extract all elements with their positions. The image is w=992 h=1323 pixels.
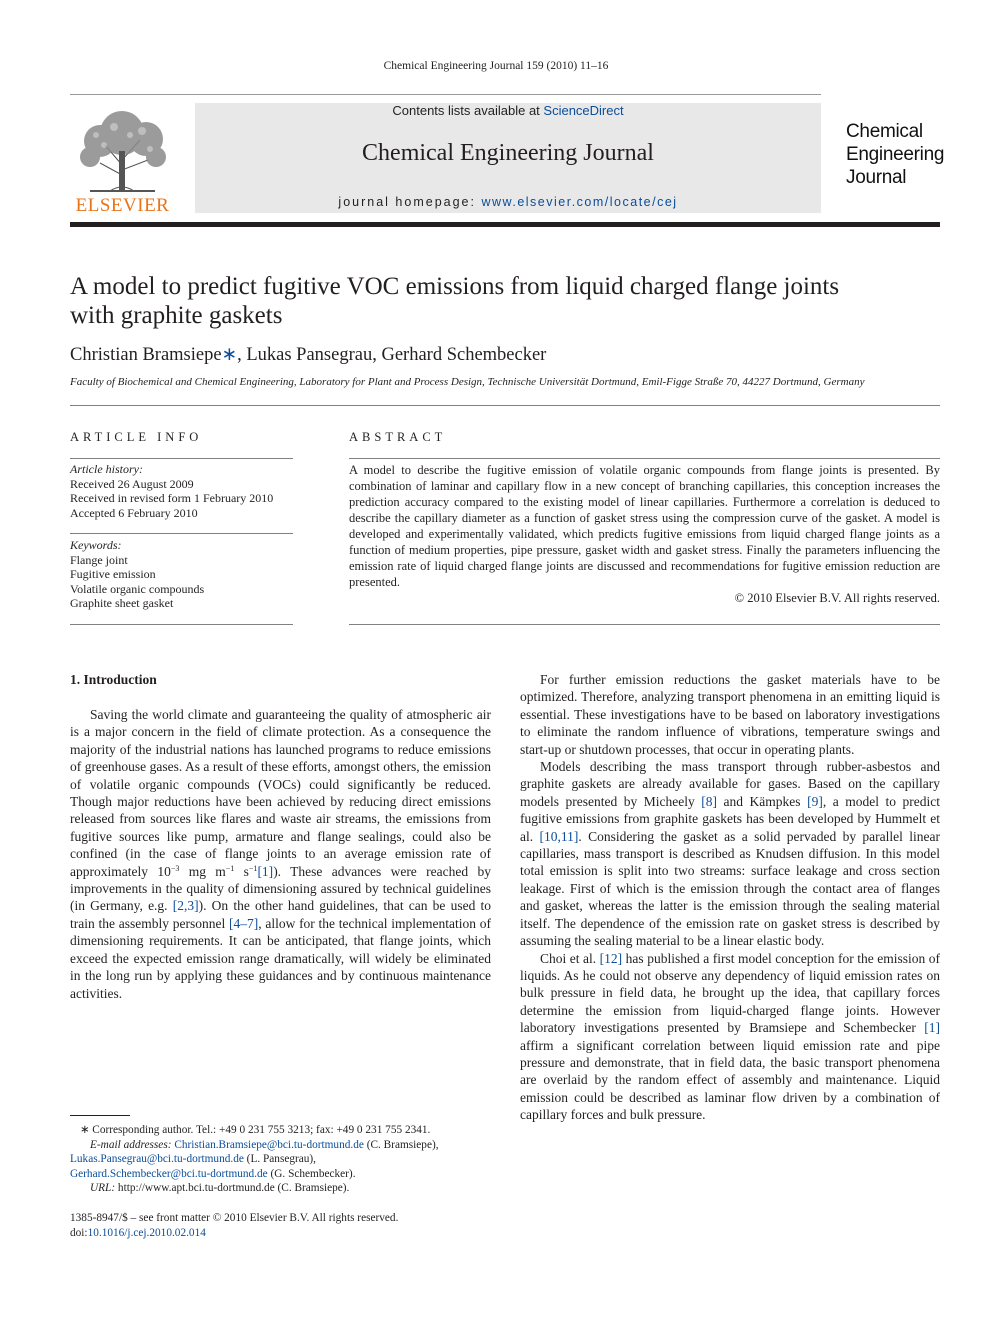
article-title: A model to predict fugitive VOC emission… [70,272,940,330]
citation-link[interactable]: [1] [257,864,273,879]
keyword: Graphite sheet gasket [70,596,174,610]
email-addresses-cont: Lukas.Pansegrau@bci.tu-dortmund.de (L. P… [70,1152,491,1167]
journal-name: Chemical Engineering Journal [362,140,654,166]
email-addresses: E-mail addresses: Christian.Bramsiepe@bc… [70,1138,491,1153]
corresponding-author-note: ∗ Corresponding author. Tel.: +49 0 231 … [80,1124,431,1136]
title-line: A model to predict fugitive VOC emission… [70,273,840,300]
homepage-prefix: journal homepage: [338,195,482,209]
citation-link[interactable]: [10,11] [539,829,578,844]
author-name: Christian Bramsiepe [70,345,222,365]
elsevier-wordmark: ELSEVIER [75,195,170,216]
cover-logo-line: Chemical [846,121,923,142]
doi-line: doi:10.1016/j.cej.2010.02.014 [70,1226,491,1241]
abstract-text: A model to describe the fugitive emissio… [349,463,940,589]
sciencedirect-link[interactable]: ScienceDirect [543,103,623,118]
abstract: A model to describe the fugitive emissio… [349,462,940,606]
author-separator: , [237,345,247,365]
left-column: Saving the world climate and guaranteein… [70,706,491,1002]
intro-paragraph: Saving the world climate and guaranteein… [70,706,491,1002]
right-column: For further emission reductions the gask… [520,671,940,1124]
keywords-rule [70,533,293,534]
article-history: Article history: Received 26 August 2009… [70,462,293,520]
url-note: URL: http://www.apt.bci.tu-dortmund.de (… [70,1181,491,1196]
abstract-rule [349,458,940,459]
history-item: Accepted 6 February 2010 [70,505,198,520]
contents-prefix: Contents lists available at [392,103,544,118]
section-heading-introduction: 1. Introduction [70,672,157,687]
history-item: Received in revised form 1 February 2010 [70,491,274,505]
paragraph-text: Choi et al. [540,950,600,966]
journal-homepage: journal homepage: www.elsevier.com/locat… [195,195,821,209]
footnote-rule [70,1115,130,1116]
homepage-link[interactable]: www.elsevier.com/locate/cej [481,195,677,209]
history-item: Received 26 August 2009 [70,476,194,491]
abstract-caption: ABSTRACT [349,430,447,444]
affiliation: Faculty of Biochemical and Chemical Engi… [70,376,865,388]
cover-logo-line: Engineering [846,144,945,165]
masthead-top-rule [70,94,821,95]
keyword: Flange joint [70,552,128,567]
email-owner: (L. Pansegrau), [243,1153,317,1166]
citation-link[interactable]: [4–7] [229,916,258,931]
body-paragraph: Choi et al. [12] has published a first m… [520,950,940,1124]
email-link[interactable]: Christian.Bramsiepe@bci.tu-dortmund.de [174,1139,364,1151]
article-info-caption: ARTICLE INFO [70,430,203,444]
body-paragraph: Models describing the mass transport thr… [520,758,940,949]
article-info-bottom-rule [70,624,293,625]
keywords-label: Keywords: [70,538,122,552]
paragraph-text: . Considering the gasket as a solid perv… [520,828,940,949]
author-list: Christian Bramsiepe∗, Lukas Pansegrau, G… [70,344,546,366]
body-paragraph: For further emission reductions the gask… [520,672,940,757]
citation-link[interactable]: [1] [924,1020,940,1035]
citation-link[interactable]: [8] [701,794,717,809]
keyword: Volatile organic compounds [70,581,205,596]
keywords: Keywords: Flange joint Fugitive emission… [70,538,293,611]
citation-link[interactable]: [9] [807,794,823,809]
email-owner: (G. Schembecker). [267,1167,356,1180]
paragraph-text: affirm a significant correlation between… [520,1037,940,1123]
footnotes: ∗ Corresponding author. Tel.: +49 0 231 … [70,1123,491,1196]
author-name: Lukas Pansegrau [246,345,373,365]
front-matter-info: 1385-8947/$ – see front matter © 2010 El… [70,1211,491,1240]
journal-cover-logo: Chemical Engineering Journal [846,120,944,189]
contents-line: Contents lists available at ScienceDirec… [195,103,821,118]
doi-label: doi: [70,1226,88,1239]
title-divider [70,405,940,406]
cover-logo-line: Journal [846,167,907,188]
history-label: Article history: [70,462,143,476]
email-addresses-cont: Gerhard.Schembecker@bci.tu-dortmund.de (… [70,1167,491,1182]
paragraph-text: and Kämpkes [717,793,808,809]
corresponding-author-marker[interactable]: ∗ [222,345,238,365]
email-label: E-mail addresses: [90,1138,172,1151]
url-text: http://www.apt.bci.tu-dortmund.de (C. Br… [115,1182,350,1195]
article-info-rule [70,458,293,459]
masthead-bottom-rule [70,222,940,227]
citation-link[interactable]: [2,3] [173,898,199,913]
running-head: Chemical Engineering Journal 159 (2010) … [383,60,609,72]
paragraph-text: Saving the world climate and guaranteein… [70,707,491,879]
title-line: with graphite gaskets [70,302,283,329]
email-link[interactable]: Gerhard.Schembecker@bci.tu-dortmund.de [70,1168,268,1180]
keyword: Fugitive emission [70,567,156,581]
citation-link[interactable]: [12] [600,951,623,966]
issn-line: 1385-8947/$ – see front matter © 2010 El… [70,1212,399,1224]
author-name: Gerhard Schembecker [381,345,547,365]
email-owner: (C. Bramsiepe), [363,1138,439,1151]
paragraph-text: mg m [179,863,226,879]
url-label: URL: [90,1182,116,1195]
email-link[interactable]: Lukas.Pansegrau@bci.tu-dortmund.de [70,1153,244,1165]
doi-link[interactable]: 10.1016/j.cej.2010.02.014 [88,1227,206,1239]
abstract-copyright: © 2010 Elsevier B.V. All rights reserved… [734,591,940,605]
paragraph-text: s [234,863,249,879]
abstract-bottom-rule [349,624,940,625]
